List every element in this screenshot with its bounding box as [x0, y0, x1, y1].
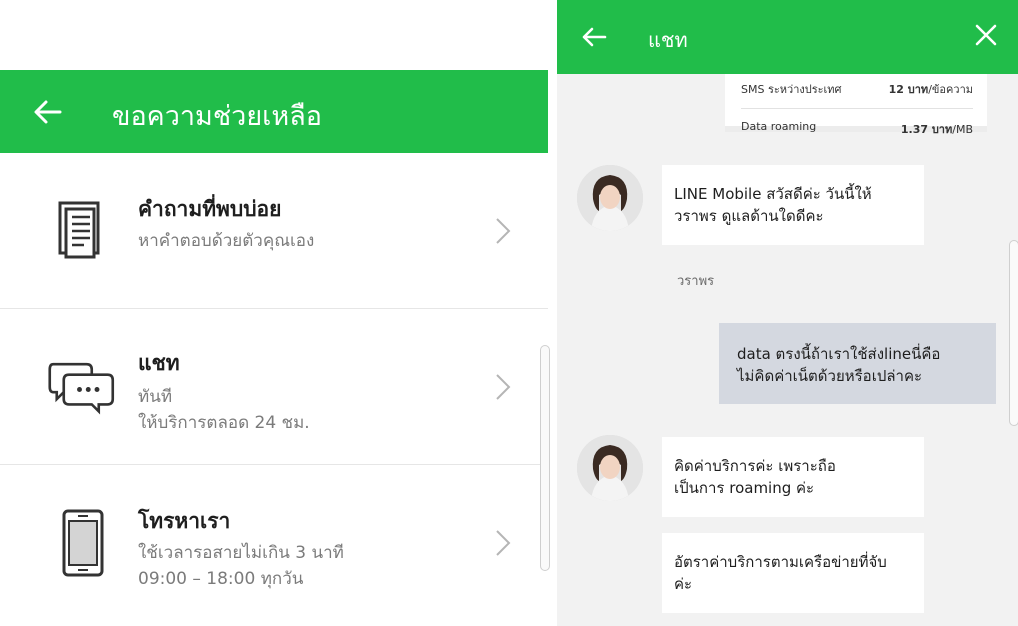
chat-subtitle-2: ให้บริการตลอด 24 ชม.	[138, 413, 310, 433]
call-subtitle-1: ใช้เวลารอสายไม่เกิน 3 นาที	[138, 543, 344, 563]
call-menu-item[interactable]: โทรหาเรา ใช้เวลารอสายไม่เกิน 3 นาที 09:0…	[0, 465, 548, 621]
agent-message: คิดค่าบริการค่ะ เพราะถือ เป็นการ roaming…	[662, 437, 924, 517]
agent-message: อัตราค่าบริการตามเครือข่ายที่จับ ค่ะ	[662, 533, 924, 613]
agent-photo-icon	[577, 165, 643, 231]
call-subtitle-2: 09:00 – 18:00 ทุกวัน	[138, 569, 304, 589]
back-arrow-icon[interactable]	[30, 94, 66, 130]
divider	[741, 108, 973, 109]
sender-name: วราพร	[677, 274, 715, 289]
message-text: data ตรงนี้ถ้าเราใช้ส่งlineนี่คือ ไม่คิด…	[737, 345, 941, 385]
document-icon	[58, 201, 100, 259]
chat-title: แชท	[648, 28, 688, 52]
page-title: ขอความช่วยเหลือ	[112, 101, 322, 132]
help-screen: ขอความช่วยเหลือ คำถามที่พบบ่อย หาคำตอบด้…	[0, 0, 548, 626]
chat-subtitle-1: ทันที	[138, 387, 173, 407]
chevron-right-icon	[496, 374, 511, 400]
agent-avatar	[577, 165, 643, 231]
chat-screen: SMS ระหว่างประเทศ 12 บาท/ข้อความ Data ro…	[557, 0, 1018, 626]
message-text: คิดค่าบริการค่ะ เพราะถือ เป็นการ roaming…	[674, 457, 836, 497]
message-text: LINE Mobile สวัสดีค่ะ วันนี้ให้ วราพร ดู…	[674, 185, 872, 225]
faq-menu-item[interactable]: คำถามที่พบบ่อย หาคำตอบด้วยตัวคุณเอง	[0, 153, 548, 309]
user-message: data ตรงนี้ถ้าเราใช้ส่งlineนี่คือ ไม่คิด…	[719, 323, 996, 404]
faq-subtitle: หาคำตอบด้วยตัวคุณเอง	[138, 231, 315, 251]
rate-value: 1.37 บาท/MB	[900, 123, 973, 136]
rate-label: SMS ระหว่างประเทศ	[741, 83, 842, 96]
close-icon[interactable]	[973, 22, 999, 48]
message-text: อัตราค่าบริการตามเครือข่ายที่จับ ค่ะ	[674, 553, 887, 593]
chat-header: แชท	[557, 0, 1018, 74]
back-arrow-icon[interactable]	[579, 22, 609, 52]
rate-card: SMS ระหว่างประเทศ 12 บาท/ข้อความ Data ro…	[725, 74, 987, 136]
chat-menu-item[interactable]: แชท ทันที ให้บริการตลอด 24 ชม.	[0, 309, 548, 465]
rate-row: Data roaming 1.37 บาท/MB	[741, 114, 973, 140]
chat-title: แชท	[138, 351, 180, 375]
faq-title: คำถามที่พบบ่อย	[138, 197, 282, 221]
agent-message: LINE Mobile สวัสดีค่ะ วันนี้ให้ วราพร ดู…	[662, 165, 924, 245]
rate-value: 12 บาท/ข้อความ	[888, 83, 973, 96]
chat-bubbles-icon	[48, 362, 115, 415]
chevron-right-icon	[496, 218, 511, 244]
side-handle[interactable]	[540, 345, 550, 571]
chevron-right-icon	[496, 530, 511, 556]
agent-photo-icon	[577, 435, 643, 501]
call-title: โทรหาเรา	[138, 509, 231, 533]
help-header: ขอความช่วยเหลือ	[0, 70, 548, 153]
phone-icon	[62, 509, 104, 577]
rate-row: SMS ระหว่างประเทศ 12 บาท/ข้อความ	[741, 74, 973, 100]
agent-avatar	[577, 435, 643, 501]
scrollbar[interactable]	[1009, 240, 1018, 426]
rate-label: Data roaming	[741, 120, 817, 133]
